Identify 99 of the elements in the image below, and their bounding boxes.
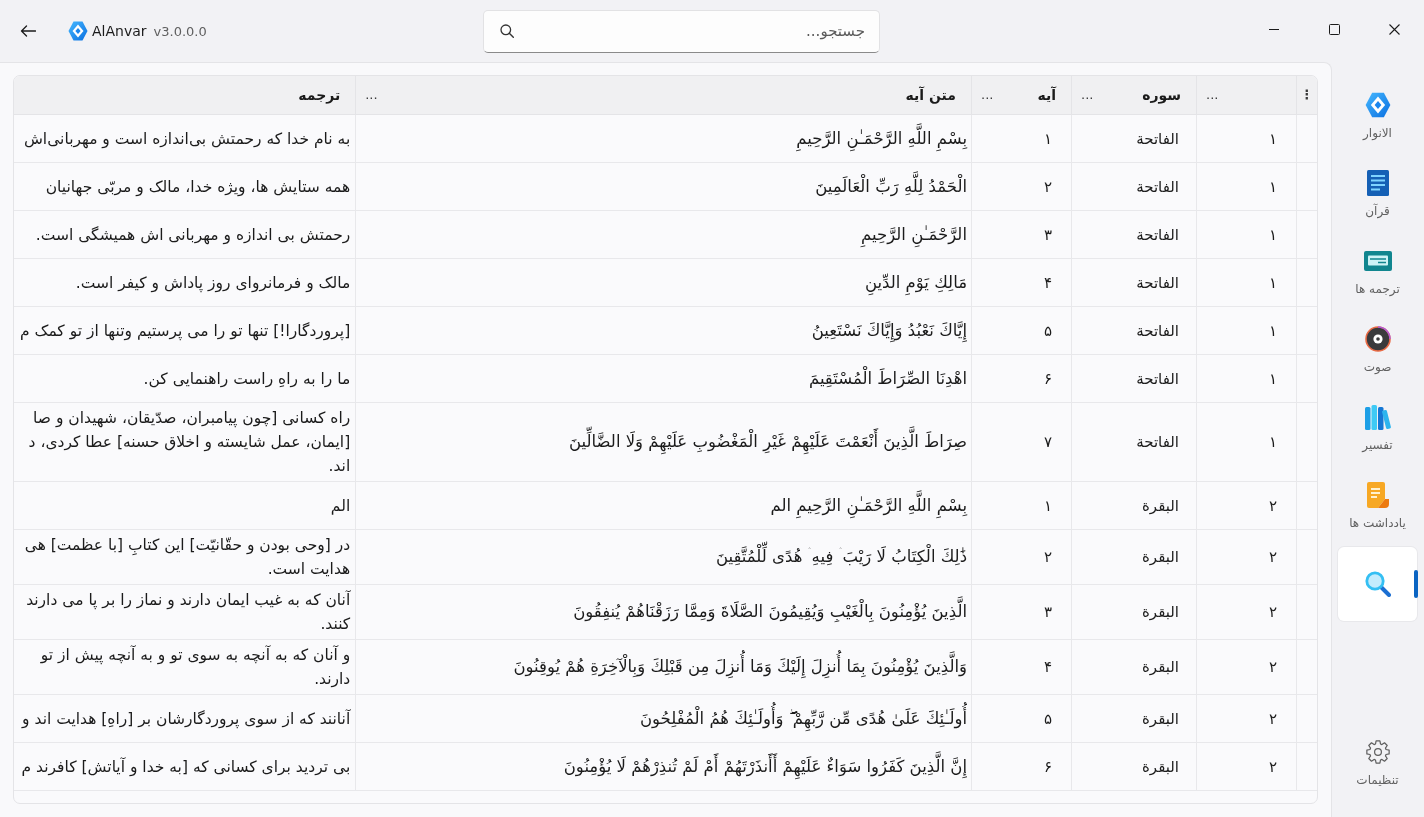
table-cell: إِنَّ الَّذِينَ كَفَرُوا سَوَاءٌ عَلَيْهِمْ أَأَنذَرْتَهُمْ أَمْ لَمْ تُنذِرْهُمْ لَا يُؤْمِنُونَ (355, 743, 971, 791)
table-cell: الم (14, 482, 356, 530)
table-cell: إِيَّاكَ نَعْبُدُ وَإِيَّاكَ نَسْتَعِينُ (355, 307, 971, 355)
table-cell: ۱ (1196, 307, 1296, 355)
table-cell: الفاتحة (1071, 115, 1196, 163)
column-header[interactable]: سوره (1142, 87, 1181, 103)
table-cell: مَالِكِ يَوْمِ الدِّينِ (355, 259, 971, 307)
note-icon (1366, 482, 1389, 508)
column-menu-button[interactable]: ... (979, 87, 996, 103)
table-cell: ۶ (971, 743, 1071, 791)
table-cell: ۲ (1196, 640, 1296, 695)
table-cell: و آنان که به آنچه به سوی تو و به آنچه پیش از تو دارند. (14, 640, 356, 695)
column-header[interactable]: آیه (1037, 87, 1056, 103)
table-cell: الفاتحة (1071, 307, 1196, 355)
table-cell: الفاتحة (1071, 211, 1196, 259)
table-cell: ۳ (971, 211, 1071, 259)
table-cell: ۲ (971, 530, 1071, 585)
table-cell: ۶ (971, 355, 1071, 403)
nav-item[interactable]: قرآن (1338, 157, 1417, 231)
column-menu-button[interactable]: ... (363, 87, 380, 103)
nav-item[interactable]: ترجمه ها (1338, 235, 1417, 309)
nav-item[interactable]: الانوار (1338, 79, 1417, 153)
table-cell: ۱ (1196, 163, 1296, 211)
app-name: AlAnvar (92, 23, 147, 39)
nav-item[interactable]: تنظیمات (1338, 726, 1417, 800)
table-cell: رحمتش بی اندازه و مهربانی اش همیشگی است. (14, 211, 356, 259)
table-cell: آنانند که از سوی پروردگارشان بر [راهِ] هدایت اند و (14, 695, 356, 743)
search-field[interactable]: جستجو... (483, 9, 880, 53)
column-header[interactable]: متن آیه (905, 87, 956, 103)
table-cell: اهْدِنَا الصِّرَاطَ الْمُسْتَقِيمَ (355, 355, 971, 403)
table-cell: البقرة (1071, 482, 1196, 530)
table-cell: أُولَـٰئِكَ عَلَىٰ هُدًى مِّن رَّبِّهِمْ ۖ وَأُولَـٰئِكَ هُمُ الْمُفْلِحُونَ (355, 695, 971, 743)
table-cell: وَالَّذِينَ يُؤْمِنُونَ بِمَا أُنزِلَ إِلَيْكَ وَمَا أُنزِلَ مِن قَبْلِكَ وَبِالْآخِرَةِ هُمْ يُوقِنُونَ (355, 640, 971, 695)
minimize-icon (1269, 28, 1279, 30)
table-cell: ۱ (1196, 211, 1296, 259)
table-cell: ۲ (1196, 530, 1296, 585)
maximize-icon (1328, 23, 1340, 35)
nav-item[interactable]: یادداشت ها (1338, 469, 1417, 543)
table-cell: بی تردید برای کسانی که [به خدا و آیاتش] کافرند م (14, 743, 356, 791)
column-menu-button[interactable]: ... (1079, 87, 1096, 103)
settings-icon (1365, 740, 1390, 764)
table-cell: آنان که به غیب ایمان دارند و نماز را بر پا می دارند کنند. (14, 585, 356, 640)
table-cell: البقرة (1071, 640, 1196, 695)
table-cell: مالک و فرمانروای روز پاداش و کیفر است. (14, 259, 356, 307)
nav-item[interactable]: صوت (1338, 313, 1417, 387)
table-cell: همه ستایش ها، ویژه خدا، مالک و مربّی جهانیان (14, 163, 356, 211)
table-cell: صِرَاطَ الَّذِينَ أَنْعَمْتَ عَلَيْهِمْ غَيْرِ الْمَغْضُوبِ عَلَيْهِمْ وَلَا الضَّالِّينَ (355, 403, 971, 482)
table-cell: در [وحی بودن و حقّانیّت] این کتابِ [با عظمت] هی هدایت است. (14, 530, 356, 585)
table-cell: ۲ (971, 163, 1071, 211)
table-cell: البقرة (1071, 743, 1196, 791)
table-cell: [پروردگارا!] تنها تو را می پرستیم وتنها از تو کمک م (14, 307, 356, 355)
table-cell: البقرة (1071, 585, 1196, 640)
books-icon (1364, 404, 1391, 430)
close-icon (1388, 23, 1400, 35)
document-icon (1366, 170, 1389, 196)
table-cell: ۲ (1196, 482, 1296, 530)
table-cell: ۱ (971, 482, 1071, 530)
table-cell: ۱ (1196, 115, 1296, 163)
table-cell: ۴ (971, 259, 1071, 307)
selection-indicator (1414, 570, 1418, 598)
table-cell: بِسْمِ اللَّهِ الرَّحْمَـٰنِ الرَّحِيمِ الم (355, 482, 971, 530)
column-header[interactable]: ترجمه (298, 87, 341, 103)
table-cell: ۱ (971, 115, 1071, 163)
column-menu-button[interactable]: ... (1204, 87, 1221, 103)
back-arrow-icon (20, 25, 36, 37)
table-cell: الفاتحة (1071, 355, 1196, 403)
table-cell: ۴ (971, 640, 1071, 695)
table-cell: الْحَمْدُ لِلَّهِ رَبِّ الْعَالَمِينَ (355, 163, 971, 211)
table-cell: الَّذِينَ يُؤْمِنُونَ بِالْغَيْبِ وَيُقِيمُونَ الصَّلَاةَ وَمِمَّا رَزَقْنَاهُمْ يُنفِقُونَ (355, 585, 971, 640)
table-cell: الرَّحْمَـٰنِ الرَّحِيمِ (355, 211, 971, 259)
table-cell: ذَٰلِكَ الْكِتَابُ لَا رَيْبَ ۛ فِيهِ ۛ هُدًى لِّلْمُتَّقِينَ (355, 530, 971, 585)
table-cell: ۵ (971, 307, 1071, 355)
table-cell: الفاتحة (1071, 259, 1196, 307)
table-cell: الفاتحة (1071, 163, 1196, 211)
table-cell: ۱ (1196, 355, 1296, 403)
logo-icon (68, 21, 88, 41)
table-cell: راه کسانی [چون پیامبران، صدّیقان، شهیدان و صا [ایمان، عمل شایسته و اخلاق حسنه] عطا کردی، د اند. (14, 403, 356, 482)
table-cell: ۳ (971, 585, 1071, 640)
nav-item[interactable]: تفسیر (1338, 391, 1417, 465)
table-cell: به نام خدا که رحمتش بی‌اندازه است و مهربانی‌اش (14, 115, 356, 163)
table-cell: ۲ (1196, 695, 1296, 743)
table-cell: ۵ (971, 695, 1071, 743)
search-icon (1364, 571, 1391, 597)
table-cell: ۲ (1196, 585, 1296, 640)
card-icon (1363, 251, 1392, 271)
table-cell: البقرة (1071, 530, 1196, 585)
table-cell: ۷ (971, 403, 1071, 482)
table-cell: البقرة (1071, 695, 1196, 743)
table-cell: ما را به راهِ راست راهنمایی کن. (14, 355, 356, 403)
app-version: v3.0.0.0 (153, 23, 207, 39)
table-cell: ۱ (1196, 259, 1296, 307)
search-icon (500, 23, 514, 38)
table-cell: ۱ (1196, 403, 1296, 482)
table-cell: الفاتحة (1071, 403, 1196, 482)
logo-icon (1364, 92, 1391, 118)
disc-icon (1364, 326, 1391, 352)
table-cell: ۲ (1196, 743, 1296, 791)
nav-item[interactable] (1338, 547, 1417, 621)
table-cell: بِسْمِ اللَّهِ الرَّحْمَـٰنِ الرَّحِيمِ (355, 115, 971, 163)
